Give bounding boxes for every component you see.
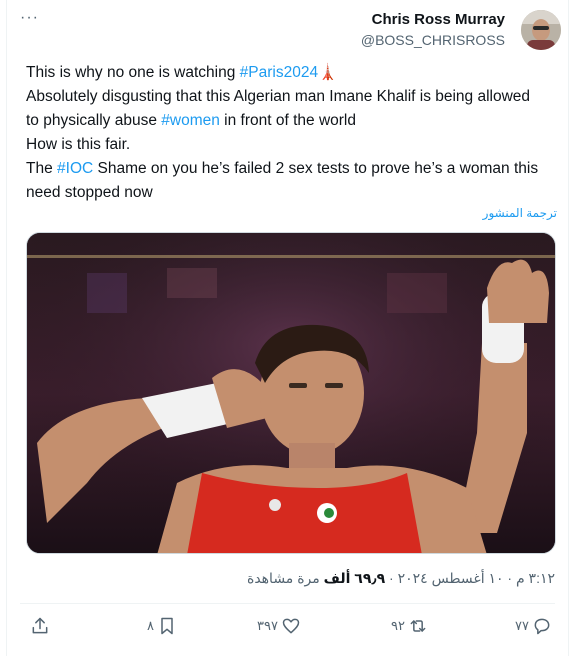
boxer-photo-illustration [27, 233, 555, 553]
retweet-button[interactable]: ٩٢ [388, 616, 428, 636]
share-button[interactable] [30, 616, 50, 636]
divider [20, 603, 555, 604]
bookmark-button[interactable]: ٨ [144, 616, 177, 636]
tweet-header: ··· Chris Ross Murray @BOSS_CHRISROSS [20, 10, 561, 50]
more-options-icon[interactable]: ··· [20, 10, 39, 26]
tweet-timestamp[interactable]: ٣:١٢ م · ١٠ أغسطس ٢٠٢٤ · [385, 570, 555, 586]
display-name[interactable]: Chris Ross Murray [361, 10, 505, 29]
tweet-line: The #IOC Shame on you he’s failed 2 sex … [26, 160, 539, 177]
share-icon [32, 617, 48, 634]
tweet-line: This is why no one is watching #Paris202… [26, 64, 338, 81]
tweet-line: How is this fair. [26, 136, 131, 153]
avatar-image [521, 10, 561, 50]
tweet-text: This is why no one is watching #Paris202… [26, 61, 562, 205]
hashtag-women[interactable]: #women [161, 112, 220, 129]
like-count: ٣٩٧ [257, 618, 278, 633]
views-count: ٦٩٫٩ ألف [323, 570, 386, 586]
tweet-line: Absolutely disgusting that this Algerian… [26, 88, 531, 105]
translate-post-link[interactable]: ترجمة المنشور [483, 206, 557, 220]
hashtag-paris2024[interactable]: #Paris2024 [240, 64, 318, 81]
user-info[interactable]: Chris Ross Murray @BOSS_CHRISROSS [361, 10, 505, 50]
tweet-line: to physically abuse #women in front of t… [26, 112, 356, 129]
avatar[interactable] [521, 10, 561, 50]
like-icon [282, 618, 300, 634]
reply-icon [534, 618, 550, 635]
user-handle[interactable]: @BOSS_CHRISROSS [361, 30, 505, 50]
eiffel-tower-icon: 🗼 [318, 64, 338, 81]
bookmark-icon [161, 617, 173, 635]
reply-button[interactable]: ٧٧ [512, 616, 552, 636]
tweet-actions: ٨ ٣٩٧ ٩٢ ٧٧ [30, 616, 553, 642]
views-label: مرة مشاهدة [246, 570, 324, 586]
retweet-icon [410, 620, 426, 632]
reply-count: ٧٧ [515, 618, 529, 633]
tweet-timestamp-views: ٣:١٢ م · ١٠ أغسطس ٢٠٢٤ · ٦٩٫٩ ألف مرة مش… [247, 570, 555, 587]
tweet-photo[interactable] [26, 232, 556, 554]
like-button[interactable]: ٣٩٧ [254, 616, 301, 636]
bookmark-count: ٨ [147, 618, 154, 633]
hashtag-ioc[interactable]: #IOC [57, 160, 93, 177]
tweet-line: need stopped now [26, 184, 153, 201]
retweet-count: ٩٢ [391, 618, 405, 633]
